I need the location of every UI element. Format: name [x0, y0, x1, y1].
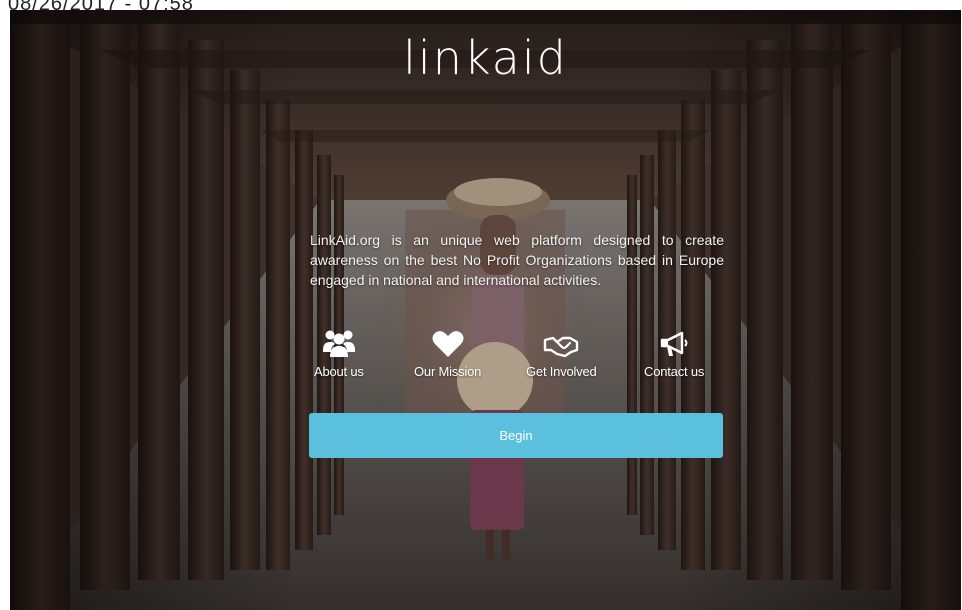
megaphone-icon: [658, 328, 690, 358]
nav-item-our-mission[interactable]: Our Mission: [414, 328, 481, 379]
begin-button[interactable]: Begin: [309, 413, 723, 458]
nav-item-get-involved[interactable]: Get Involved: [526, 328, 597, 379]
main-nav: About us Our Mission Get Involved Contac…: [310, 328, 724, 388]
nav-item-about-us[interactable]: About us: [314, 328, 364, 379]
logo[interactable]: linkaid: [10, 28, 961, 88]
nav-item-contact-us[interactable]: Contact us: [644, 328, 704, 379]
intro-description: LinkAid.org is an unique web platform de…: [310, 232, 724, 288]
background-photo: [10, 10, 961, 610]
nav-item-label: Get Involved: [526, 364, 597, 379]
users-icon: [322, 328, 356, 358]
hero-background: linkaid LinkAid.org is an unique web pla…: [10, 10, 961, 610]
nav-item-label: About us: [314, 364, 364, 379]
heart-icon: [432, 328, 464, 358]
handshake-icon: [543, 328, 579, 358]
nav-item-label: Our Mission: [414, 364, 482, 379]
nav-item-label: Contact us: [644, 364, 705, 379]
timestamp: 08/26/2017 - 07:58: [8, 0, 194, 10]
